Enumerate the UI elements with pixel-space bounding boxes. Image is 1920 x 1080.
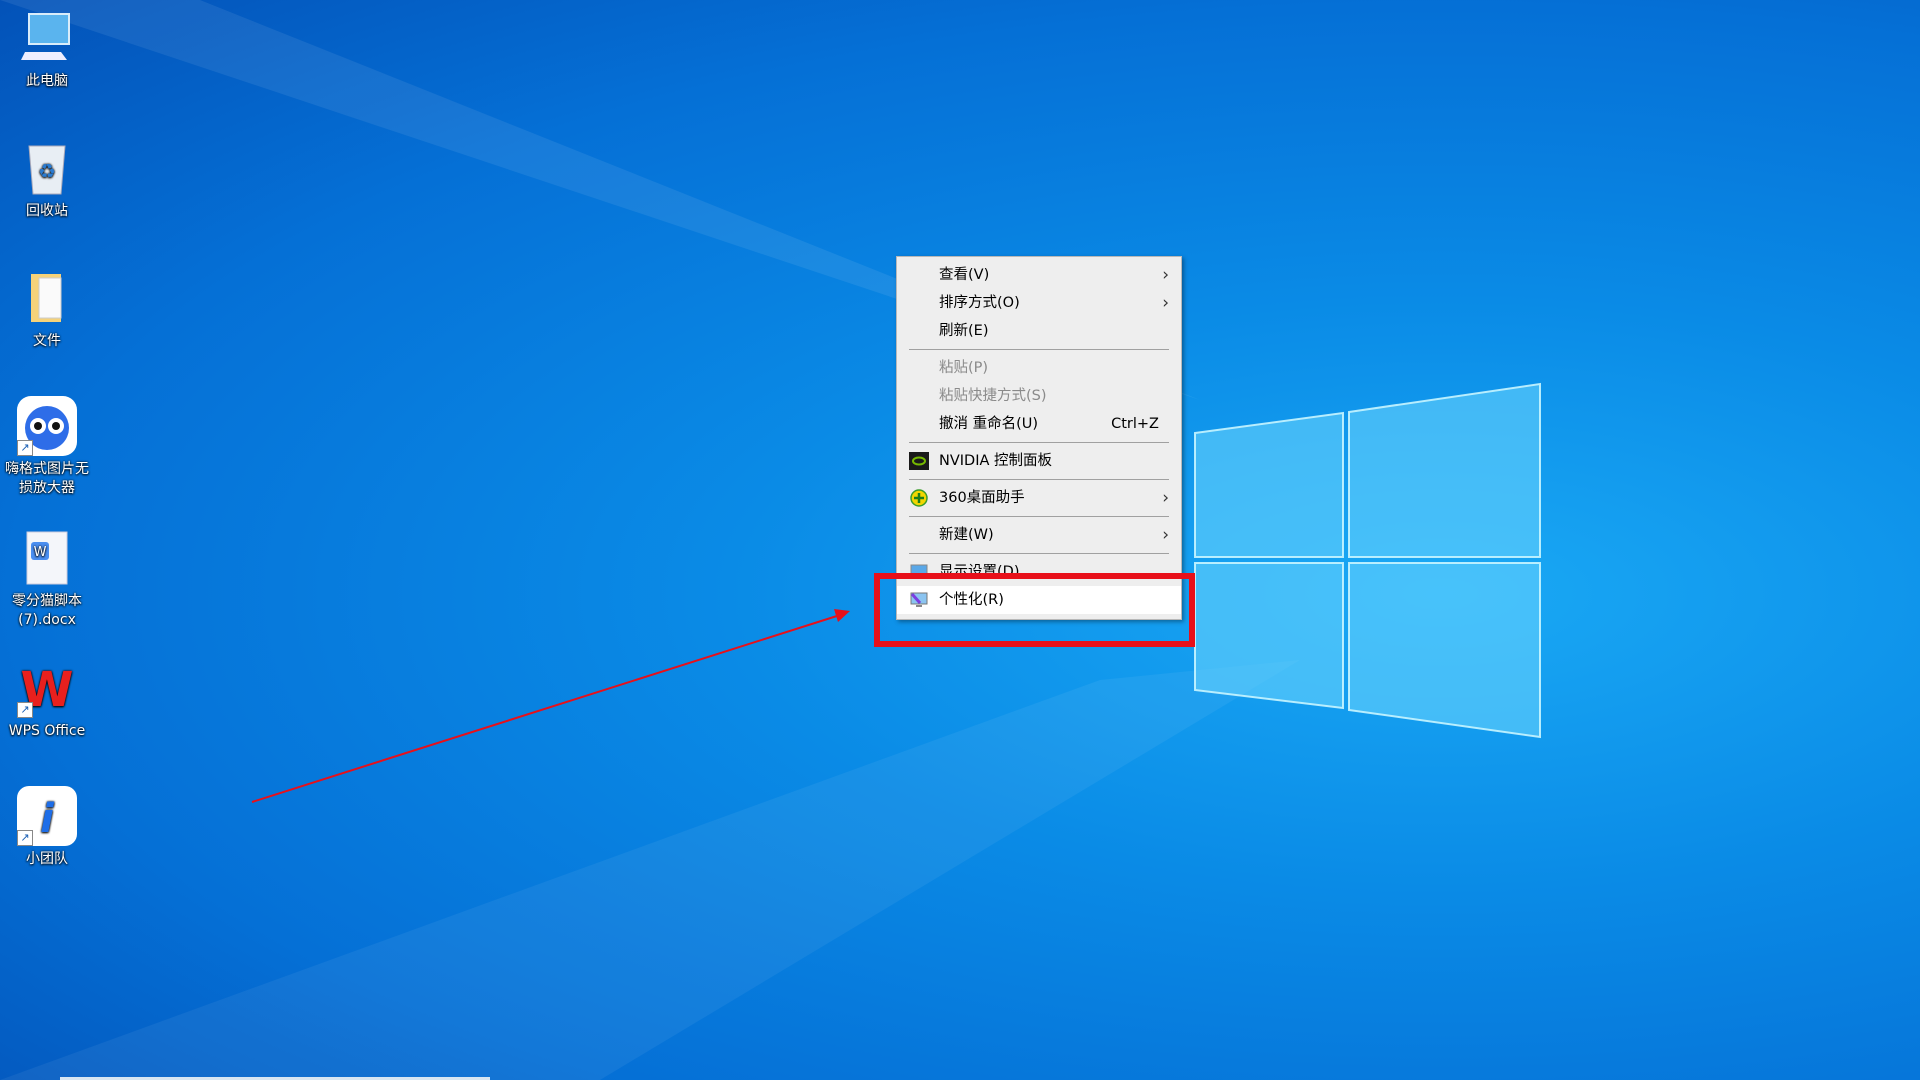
menu-label: 新建(W): [939, 527, 994, 543]
menu-separator: [909, 479, 1169, 480]
chevron-right-icon: ›: [1162, 521, 1169, 549]
chevron-right-icon: ›: [1162, 289, 1169, 317]
desktop-icon-wps[interactable]: W↗ WPS Office: [0, 658, 94, 741]
menu-item-nvidia[interactable]: NVIDIA 控制面板: [897, 447, 1181, 475]
desktop-icon-recycle-bin[interactable]: ♻ 回收站: [0, 138, 94, 221]
shortcut-arrow-icon: ↗: [17, 702, 33, 718]
svg-text:i: i: [40, 796, 55, 842]
recycle-bin-icon: ♻: [17, 138, 77, 198]
shortcut-arrow-icon: ↗: [17, 830, 33, 846]
desktop-icon-docx[interactable]: W 零分猫脚本(7).docx: [0, 528, 94, 630]
nvidia-icon: [909, 452, 929, 470]
menu-separator: [909, 553, 1169, 554]
menu-label: NVIDIA 控制面板: [939, 453, 1052, 469]
menu-item-sort[interactable]: 排序方式(O) ›: [897, 289, 1181, 317]
menu-separator: [909, 516, 1169, 517]
shortcut-arrow-icon: ↗: [17, 440, 33, 456]
menu-label: 撤消 重命名(U): [939, 416, 1038, 432]
360-plus-icon: [909, 489, 929, 507]
svg-text:W: W: [34, 545, 47, 560]
desktop-icon-this-pc[interactable]: 此电脑: [0, 8, 94, 91]
menu-item-view[interactable]: 查看(V) ›: [897, 261, 1181, 289]
menu-item-new[interactable]: 新建(W) ›: [897, 521, 1181, 549]
icon-label: 回收站: [26, 203, 68, 219]
chevron-right-icon: ›: [1162, 484, 1169, 512]
annotation-highlight-box: [874, 573, 1195, 647]
desktop-icon-team[interactable]: i↗ 小团队: [0, 786, 94, 869]
menu-separator: [909, 349, 1169, 350]
menu-item-360-helper[interactable]: 360桌面助手 ›: [897, 484, 1181, 512]
folder-icon: [17, 268, 77, 328]
owl-app-icon: ↗: [17, 396, 77, 456]
annotation-arrow: [252, 609, 850, 802]
icon-label: 文件: [33, 333, 61, 349]
menu-item-refresh[interactable]: 刷新(E): [897, 317, 1181, 345]
team-app-icon: i↗: [17, 786, 77, 846]
desktop-icon-folder[interactable]: 文件: [0, 268, 94, 351]
desktop-icon-owl-app[interactable]: ↗ 嗨格式图片无损放大器: [0, 396, 94, 498]
chevron-right-icon: ›: [1162, 261, 1169, 289]
menu-item-paste[interactable]: 粘贴(P): [897, 354, 1181, 382]
icon-label: 小团队: [26, 851, 68, 867]
icon-label: 零分猫脚本(7).docx: [12, 593, 82, 628]
menu-separator: [909, 442, 1169, 443]
windows-logo: [1195, 384, 1540, 737]
desktop-context-menu: 查看(V) › 排序方式(O) › 刷新(E) 粘贴(P) 粘贴快捷方式(S) 撤消…: [896, 256, 1182, 620]
word-doc-icon: W: [17, 528, 77, 588]
shortcut-text: Ctrl+Z: [1111, 410, 1159, 438]
menu-label: 刷新(E): [939, 323, 988, 339]
icon-label: WPS Office: [9, 723, 86, 739]
light-ray: [0, 660, 1300, 1080]
menu-label: 粘贴快捷方式(S): [939, 388, 1047, 404]
wps-icon: W↗: [17, 658, 77, 718]
menu-item-paste-shortcut[interactable]: 粘贴快捷方式(S): [897, 382, 1181, 410]
menu-label: 粘贴(P): [939, 360, 988, 376]
computer-icon: [17, 8, 77, 68]
menu-label: 排序方式(O): [939, 295, 1020, 311]
menu-label: 360桌面助手: [939, 490, 1025, 506]
svg-text:♻: ♻: [38, 159, 56, 183]
icon-label: 嗨格式图片无损放大器: [5, 461, 89, 496]
icon-label: 此电脑: [26, 73, 68, 89]
menu-item-undo-rename[interactable]: 撤消 重命名(U) Ctrl+Z: [897, 410, 1181, 438]
menu-label: 查看(V): [939, 267, 989, 283]
